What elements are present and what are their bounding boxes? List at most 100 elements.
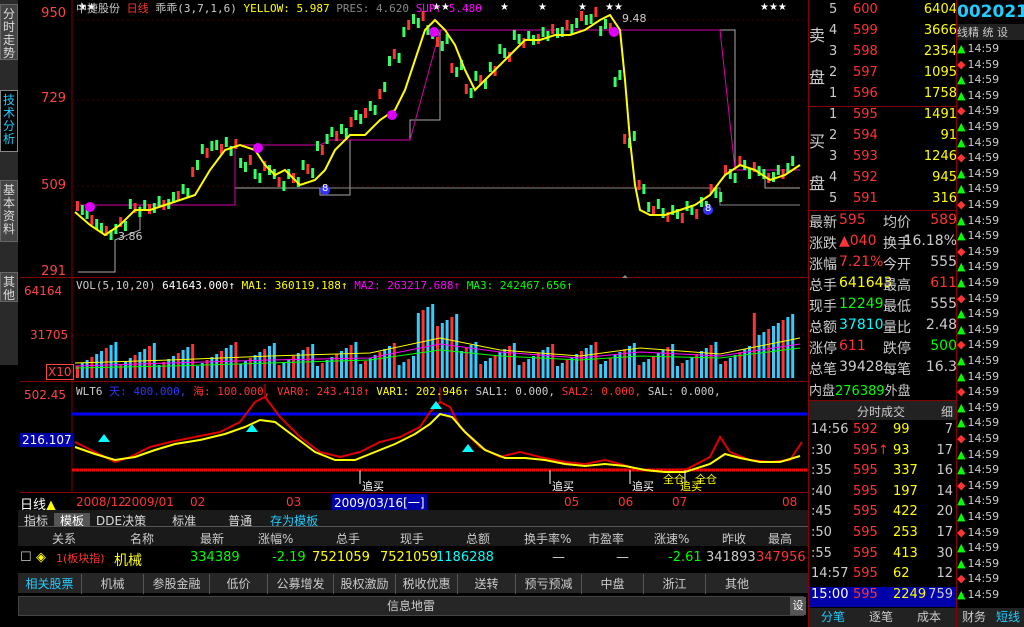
sell-row[interactable]: 3 598 2354 bbox=[809, 44, 957, 65]
candle bbox=[306, 164, 310, 174]
col-turnover[interactable]: 换手率% bbox=[524, 530, 571, 547]
tab-equity-incentive[interactable]: 股权激励 bbox=[334, 574, 396, 594]
down-diamond-icon: ◆ bbox=[957, 198, 966, 211]
quote-panel: 卖 盘 5 600 6404 4 599 3666 3 598 2354 2 597 1095 1 596… bbox=[808, 0, 957, 627]
table-row[interactable]: ☐ ◈ 1(板块指) 机械 334389 -2.19 7521059 75210… bbox=[18, 546, 808, 569]
tick-price: 595 bbox=[853, 525, 878, 540]
tick-price: 595↑ bbox=[853, 442, 889, 458]
col-amount[interactable]: 总额 bbox=[466, 530, 490, 547]
tab-tick[interactable]: 分笔 bbox=[809, 608, 857, 627]
mini-tab[interactable]: 线精 bbox=[957, 26, 979, 39]
tab-intraday[interactable]: 分时走势 bbox=[0, 4, 18, 60]
tab-machinery[interactable]: 机械 bbox=[82, 574, 144, 594]
col-total-lots[interactable]: 总手 bbox=[336, 530, 360, 547]
volume-bar bbox=[556, 366, 559, 378]
tab-zhejiang[interactable]: 浙江 bbox=[644, 574, 706, 594]
info-mine-label: 信息地雷 bbox=[386, 599, 435, 613]
row-checkbox[interactable]: ☐ bbox=[20, 550, 32, 565]
tab-other-sectors[interactable]: 其他 bbox=[706, 574, 768, 594]
tab-bonus-shares[interactable]: 送转 bbox=[458, 574, 516, 594]
sell-row[interactable]: 1 596 1758 bbox=[809, 86, 957, 107]
mini-tab[interactable]: 设 bbox=[997, 26, 1008, 39]
volume-bar bbox=[599, 364, 603, 378]
cell-total-lots: 7521059 bbox=[312, 550, 370, 565]
price-chart[interactable]: ★★ ★★ ★ ★ ★ ★★ ★★★ 950 729 509 291 中捷股份 … bbox=[20, 0, 808, 279]
tab-short-line[interactable]: 短线 bbox=[991, 608, 1024, 627]
volume-canvas bbox=[71, 278, 808, 382]
down-diamond-icon: ◆ bbox=[957, 104, 966, 118]
tab-finance[interactable]: 财务 bbox=[957, 608, 991, 627]
buy-row[interactable]: 1 595 1491 bbox=[809, 107, 957, 128]
volume-bar bbox=[493, 355, 497, 378]
volume-chart[interactable]: 64164 31705 X10 VOL(5,10,20) 641643.000↑… bbox=[20, 278, 808, 382]
candle bbox=[407, 20, 411, 30]
info-bar[interactable]: 信息地雷 bbox=[18, 596, 804, 616]
candle bbox=[661, 208, 665, 218]
tab-tax-preference[interactable]: 税收优惠 bbox=[396, 574, 458, 594]
up-triangle-icon: ▲ bbox=[957, 229, 966, 243]
svg-text:★: ★ bbox=[538, 2, 547, 13]
volume-bar bbox=[733, 355, 737, 378]
stat-row: 最新 595 均价 589 bbox=[809, 212, 957, 233]
volume-bar bbox=[181, 350, 185, 378]
candle bbox=[743, 160, 747, 170]
mini-tick-time: 14:59 bbox=[967, 400, 1000, 414]
col-relation[interactable]: 关系 bbox=[52, 530, 76, 547]
mini-tick-time: 14:59 bbox=[967, 120, 1000, 133]
buy-row[interactable]: 2 594 91 bbox=[809, 128, 957, 149]
tab-public-offer[interactable]: 公募增发 bbox=[268, 574, 334, 594]
settings-button[interactable]: 设 bbox=[790, 597, 806, 615]
volume-bar bbox=[349, 345, 353, 378]
sell-row[interactable]: 2 597 1095 bbox=[809, 65, 957, 86]
tab-loss-forecast[interactable]: 预亏预减 bbox=[516, 574, 582, 594]
ticks-detail-button[interactable]: 细 bbox=[941, 403, 953, 420]
stat-value: 595 bbox=[839, 212, 866, 228]
col-name[interactable]: 名称 bbox=[130, 530, 154, 547]
tab-each-trade[interactable]: 逐笔 bbox=[857, 608, 905, 627]
mini-tick-time: 14:59 bbox=[967, 385, 1000, 399]
tab-finance-stake[interactable]: 参股金融 bbox=[144, 574, 210, 594]
buy-row[interactable]: 3 593 1246 bbox=[809, 149, 957, 170]
out-label: 外盘 bbox=[884, 384, 911, 399]
stat-label: 量比 bbox=[883, 320, 911, 336]
col-current-lots[interactable]: 现手 bbox=[400, 530, 424, 547]
volume-bar bbox=[791, 314, 795, 378]
mini-tab[interactable]: 统 bbox=[983, 26, 994, 39]
candle bbox=[637, 180, 641, 190]
col-pe[interactable]: 市盈率 bbox=[588, 530, 624, 547]
col-change[interactable]: 涨幅% bbox=[258, 530, 293, 547]
up-triangle-icon: ▲ bbox=[957, 322, 966, 336]
col-high[interactable]: 最高 bbox=[768, 530, 792, 547]
sell-row[interactable]: 4 599 3666 bbox=[809, 23, 957, 44]
mini-tick-time: 14:59 bbox=[967, 510, 1000, 523]
tab-low-price[interactable]: 低价 bbox=[210, 574, 268, 594]
tab-technical-label: 技术分析 bbox=[2, 93, 15, 146]
buy-row[interactable]: 5 591 316 bbox=[809, 191, 957, 212]
tab-technical[interactable]: 技术分析 bbox=[0, 90, 18, 152]
col-prev-close[interactable]: 昨收 bbox=[722, 530, 746, 547]
sell-row[interactable]: 5 600 6404 bbox=[809, 2, 957, 23]
candle bbox=[253, 169, 257, 179]
tab-fundamentals[interactable]: 基本资料 bbox=[0, 180, 18, 242]
buy-qty: 316 bbox=[932, 191, 957, 206]
right-bottom-tabs: 分笔 逐笔 成本 bbox=[809, 608, 957, 627]
tab-related-stocks[interactable]: 相关股票 bbox=[18, 574, 82, 594]
volume-bar bbox=[647, 359, 651, 378]
volume-bar bbox=[114, 342, 118, 378]
volume-bar bbox=[268, 346, 271, 378]
indicator-chart[interactable]: 502.45 216.107 WLT6 天: 400.000, 海: 100.0… bbox=[20, 382, 808, 493]
col-latest[interactable]: 最新 bbox=[200, 530, 224, 547]
col-speed[interactable]: 涨速% bbox=[654, 530, 689, 547]
stat-label: 涨停 bbox=[809, 341, 837, 357]
volume-bar bbox=[642, 362, 646, 378]
tab-mid-cap[interactable]: 中盘 bbox=[582, 574, 644, 594]
volume-bar bbox=[104, 348, 108, 378]
tab-cost[interactable]: 成本 bbox=[905, 608, 953, 627]
tab-other[interactable]: 其他 bbox=[0, 272, 18, 302]
buy-row[interactable]: 4 592 945 bbox=[809, 170, 957, 191]
candle bbox=[320, 145, 324, 155]
indicator-header: WLT6 天: 400.000, 海: 100.000, VAR0: 243.4… bbox=[76, 383, 721, 399]
sell-level: 1 bbox=[829, 86, 838, 101]
buy-price: 593 bbox=[853, 149, 878, 164]
volume-bar bbox=[637, 365, 641, 378]
